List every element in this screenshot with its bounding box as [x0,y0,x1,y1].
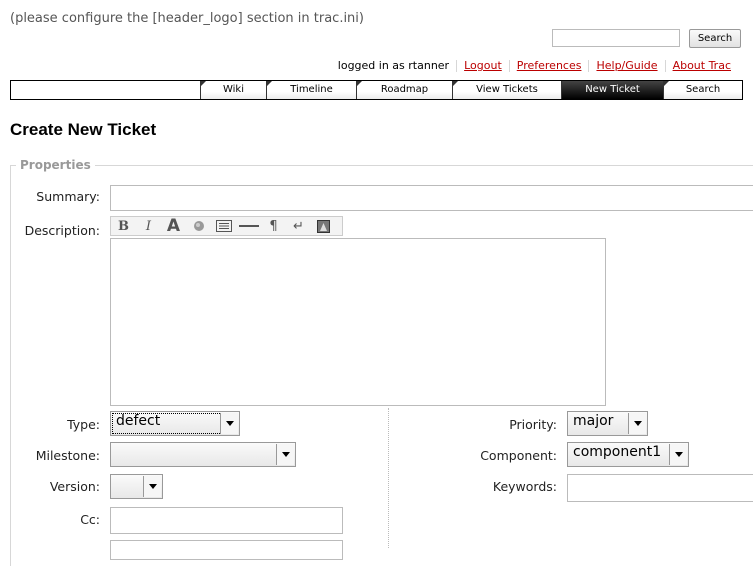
chevron-down-icon [143,476,161,497]
about-trac-link[interactable]: About Trac [664,60,738,72]
milestone-label: Milestone: [35,448,100,463]
globe-icon [193,221,204,231]
keywords-label: Keywords: [492,479,557,494]
description-label: Description: [24,223,100,238]
search-input[interactable] [552,29,680,47]
chevron-down-icon [220,413,238,434]
page-title: Create New Ticket [10,120,157,139]
heading-button[interactable]: A [161,216,186,236]
nav-new-ticket[interactable]: New Ticket [561,81,663,99]
chevron-down-icon [628,413,646,434]
description-textarea[interactable] [110,238,606,406]
component-label: Component: [480,448,557,463]
chevron-down-icon [276,444,294,465]
nav-view-tickets[interactable]: View Tickets [452,81,561,99]
version-select[interactable] [110,474,163,499]
type-value: defect [116,413,161,429]
summary-label: Summary: [36,189,100,204]
help-guide-link[interactable]: Help/Guide [588,60,664,72]
horizontal-rule-icon [238,225,259,227]
image-icon [317,219,330,233]
bold-button[interactable]: B [111,217,136,235]
nav-timeline[interactable]: Timeline [266,81,356,99]
italic-button[interactable]: I [136,217,161,235]
main-navigation: Wiki Timeline Roadmap View Tickets New T… [10,80,743,100]
preferences-link[interactable]: Preferences [508,60,589,72]
logged-in-text: logged in as rtanner [337,59,450,72]
type-label: Type: [67,417,100,432]
type-select[interactable]: defect [110,411,240,436]
code-block-icon [215,220,232,232]
search-button[interactable]: Search [689,29,741,48]
milestone-select[interactable] [110,442,296,467]
code-block-button[interactable] [211,217,236,235]
header-logo-placeholder: (please configure the [header_logo] sect… [10,11,364,26]
version-label: Version: [49,479,100,494]
logout-link[interactable]: Logout [456,60,509,72]
component-value: component1 [573,444,662,460]
nav-search[interactable]: Search [663,81,742,99]
component-select[interactable]: component1 [567,442,689,467]
summary-input[interactable] [110,185,753,211]
column-divider [388,408,389,548]
cc-label: Cc: [80,512,100,527]
nav-roadmap[interactable]: Roadmap [356,81,452,99]
meta-navigation: logged in as rtanner Logout Preferences … [331,60,738,72]
keywords-input[interactable] [567,474,753,502]
nav-wiki[interactable]: Wiki [200,81,266,99]
priority-value: major [573,413,614,429]
line-break-button[interactable]: ↵ [286,217,311,235]
image-button[interactable] [311,217,336,235]
wiki-toolbar: B I A ¶ ↵ [110,216,343,236]
chevron-down-icon [669,444,687,465]
horizontal-rule-button[interactable] [236,217,261,235]
priority-select[interactable]: major [567,411,648,436]
properties-legend: Properties [16,158,95,172]
priority-label: Priority: [509,417,557,432]
paragraph-button[interactable]: ¶ [261,217,286,235]
link-button[interactable] [186,217,211,235]
cc-input[interactable] [110,507,343,534]
next-field-input[interactable] [110,540,343,560]
